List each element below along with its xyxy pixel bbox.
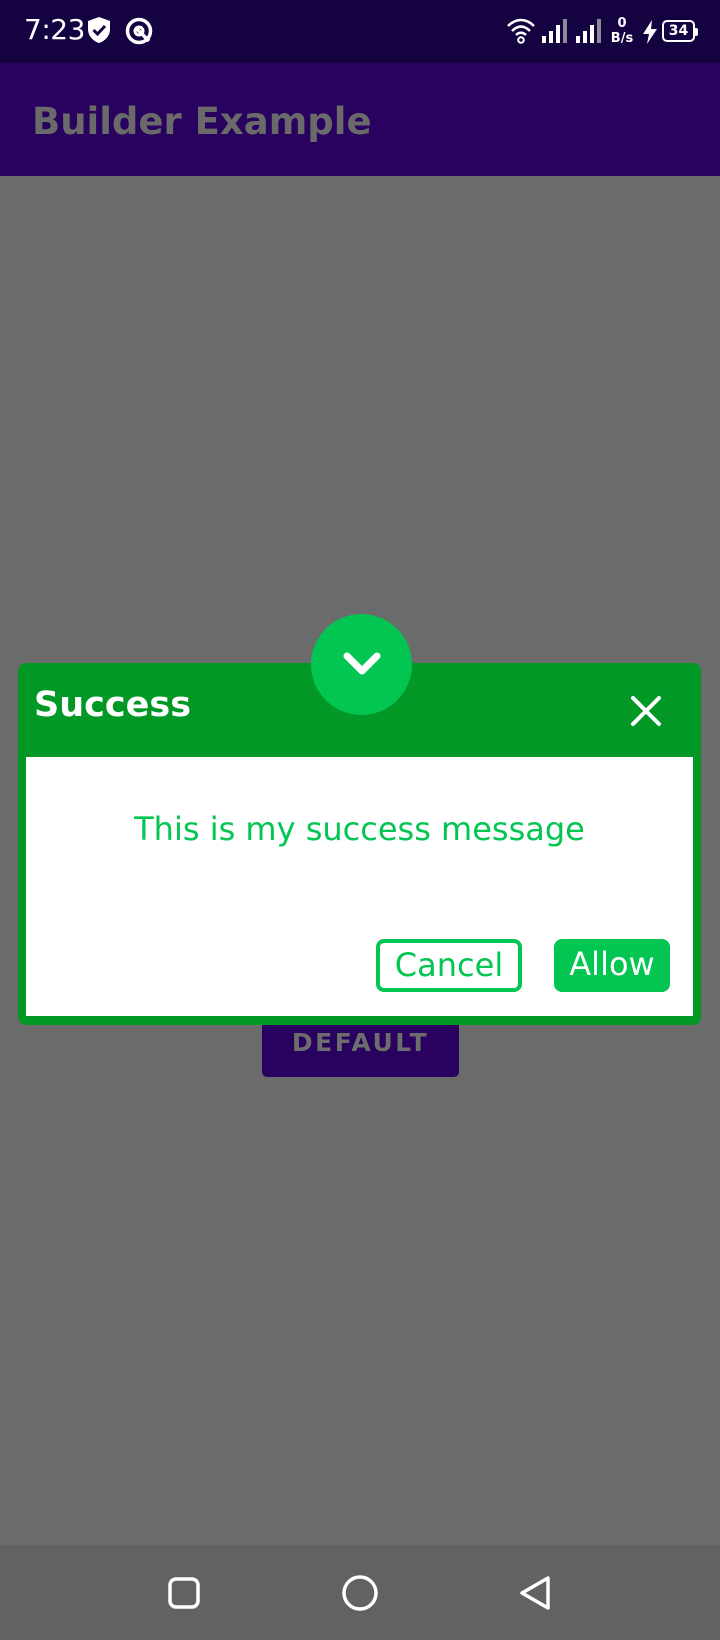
- battery-level: 34: [668, 23, 689, 39]
- signal-icon: [541, 16, 569, 49]
- dialog-message: This is my success message: [134, 810, 585, 848]
- navigation-bar: [0, 1545, 720, 1640]
- signal-icon: [575, 16, 603, 49]
- app-bar: Builder Example: [0, 63, 720, 176]
- sync-icon: [124, 16, 154, 51]
- success-dialog: Success This is my success message Cance…: [18, 663, 701, 1025]
- app-title: Builder Example: [32, 100, 372, 143]
- charging-icon: [642, 20, 658, 49]
- wifi-icon: [506, 16, 536, 51]
- allow-button[interactable]: Allow: [554, 939, 670, 992]
- back-icon[interactable]: [516, 1573, 556, 1613]
- cancel-button[interactable]: Cancel: [376, 939, 522, 992]
- dialog-body: This is my success message Cancel Allow: [26, 757, 693, 1016]
- home-icon[interactable]: [340, 1573, 380, 1613]
- network-speed: 0 B/s: [607, 16, 637, 46]
- network-speed-value: 0: [617, 16, 627, 31]
- shield-check-icon: [86, 16, 112, 49]
- dialog-title: Success: [34, 685, 192, 725]
- close-icon[interactable]: [629, 694, 663, 728]
- battery-icon: 34: [662, 20, 698, 42]
- status-time: 7:23: [24, 13, 85, 46]
- success-badge: [311, 614, 412, 715]
- status-bar: 7:23 0 B/s 34: [0, 0, 720, 63]
- network-speed-unit: B/s: [610, 31, 634, 46]
- recent-apps-icon[interactable]: [164, 1573, 204, 1613]
